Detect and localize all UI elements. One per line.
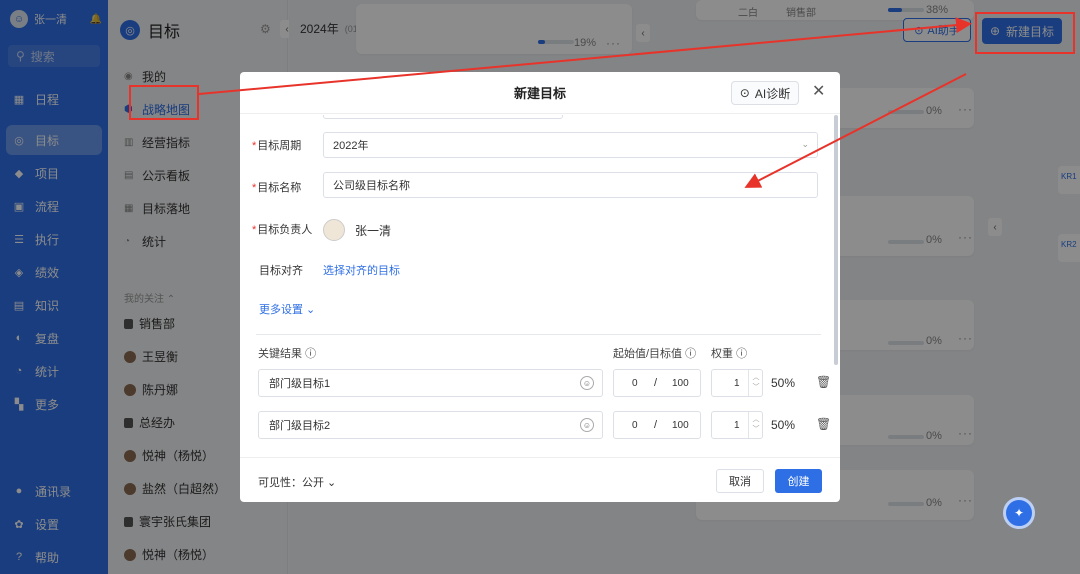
cancel-button[interactable]: 取消 <box>716 469 764 493</box>
goal-name-value: 公司级目标名称 <box>333 180 410 192</box>
dialog-footer: 可见性：公开 ⌄ 取消 创建 <box>240 457 840 502</box>
more-settings-toggle[interactable]: 更多设置 ⌄ <box>259 301 315 317</box>
value-separator: / <box>654 419 658 431</box>
robot-icon: ⊙ <box>739 86 750 100</box>
kr-start-value: 0 <box>632 420 638 431</box>
dialog-body: *目标周期 2022年 ⌄ *目标名称 公司级目标名称 *目标负责人 张一清 目… <box>240 115 840 457</box>
trash-icon[interactable]: 🗑 <box>816 375 831 389</box>
kr-value-input[interactable]: 0 / 100 <box>613 411 701 439</box>
owner-name: 张一清 <box>355 223 392 238</box>
kr-start-value: 0 <box>632 378 638 389</box>
divider <box>256 334 821 335</box>
kr-target-value: 100 <box>672 378 689 389</box>
value-separator: / <box>654 377 658 389</box>
kr-weight-stepper[interactable]: 1 ︿ ﹀ <box>711 369 763 397</box>
stepper-arrows-icon[interactable]: ︿ ﹀ <box>748 370 763 396</box>
ai-diagnosis-button[interactable]: ⊙ AI诊断 <box>731 81 799 105</box>
kr-name-value: 部门级目标1 <box>269 378 331 390</box>
kr-target-value: 100 <box>672 420 689 431</box>
align-label: 目标对齐 <box>259 265 303 277</box>
select-align-link[interactable]: 选择对齐的目标 <box>323 262 400 278</box>
kr-weight-value: 1 <box>734 378 740 389</box>
info-icon: ⓘ <box>305 348 317 360</box>
kr-row: 部门级目标2 ☺ 0 / 100 1 ︿ ﹀ 50% 🗑 <box>258 411 833 439</box>
name-label: *目标名称 <box>252 182 302 194</box>
trash-icon[interactable]: 🗑 <box>816 417 831 431</box>
stepper-arrows-icon[interactable]: ︿ ﹀ <box>748 412 763 438</box>
lightbulb-icon: ✦ <box>1013 506 1025 520</box>
kr-weight-stepper[interactable]: 1 ︿ ﹀ <box>711 411 763 439</box>
owner-avatar <box>323 219 345 241</box>
value-header: 起始值/目标值 ⓘ <box>613 348 697 360</box>
annotation-highlight-box <box>129 85 199 120</box>
period-select[interactable]: 2022年 ⌄ <box>323 132 818 158</box>
dialog-scrollbar[interactable] <box>834 115 838 365</box>
help-fab-button[interactable]: ✦ <box>1003 497 1035 529</box>
kr-weight-value: 1 <box>734 420 740 431</box>
owner-label: *目标负责人 <box>252 224 313 236</box>
new-goal-dialog: 新建目标 ⊙ AI诊断 ✕ *目标周期 2022年 ⌄ *目标名称 公司级目标名… <box>240 72 840 502</box>
emoji-icon[interactable]: ☺ <box>580 376 594 390</box>
goal-name-input[interactable]: 公司级目标名称 <box>323 172 818 198</box>
close-icon[interactable]: ✕ <box>812 84 825 100</box>
kr-header: 关键结果 ⓘ <box>258 348 317 360</box>
clipped-field <box>323 115 563 119</box>
kr-weight-percent: 50% <box>771 418 796 432</box>
kr-weight-percent: 50% <box>771 376 796 390</box>
kr-name-input[interactable]: 部门级目标1 ☺ <box>258 369 603 397</box>
weight-header: 权重 ⓘ <box>711 348 748 360</box>
kr-name-value: 部门级目标2 <box>269 420 331 432</box>
info-icon: ⓘ <box>736 348 748 360</box>
period-label: *目标周期 <box>252 140 302 152</box>
info-icon: ⓘ <box>685 348 697 360</box>
annotation-highlight-box <box>975 12 1075 54</box>
kr-value-input[interactable]: 0 / 100 <box>613 369 701 397</box>
emoji-icon[interactable]: ☺ <box>580 418 594 432</box>
kr-row: 部门级目标1 ☺ 0 / 100 1 ︿ ﹀ 50% 🗑 <box>258 369 833 397</box>
create-button[interactable]: 创建 <box>775 469 822 493</box>
chevron-down-icon: ⌄ <box>801 139 809 149</box>
owner-selector[interactable]: 张一清 <box>323 219 391 241</box>
ai-diagnosis-label: AI诊断 <box>754 86 791 101</box>
visibility-selector[interactable]: 可见性：公开 ⌄ <box>258 474 336 490</box>
kr-name-input[interactable]: 部门级目标2 ☺ <box>258 411 603 439</box>
period-value: 2022年 <box>333 140 369 152</box>
